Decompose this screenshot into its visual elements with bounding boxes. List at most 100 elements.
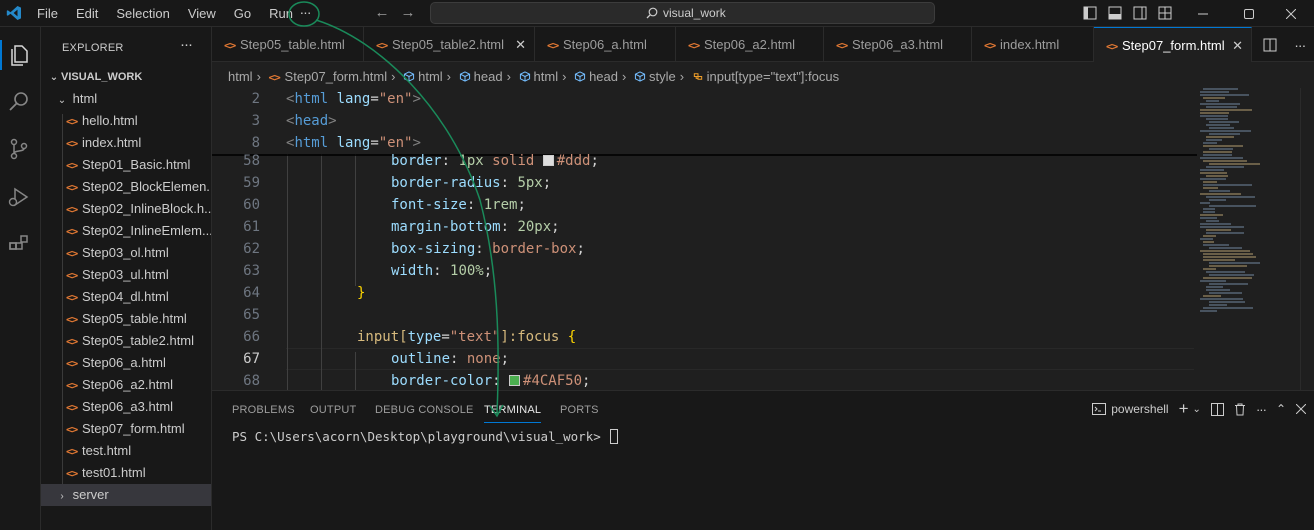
breadcrumb-symbol[interactable]: input[type="text"]:focus xyxy=(707,66,839,88)
new-terminal-plus-icon[interactable]: + xyxy=(1179,399,1189,419)
menu-edit[interactable]: Edit xyxy=(67,0,107,27)
file-item[interactable]: <> test01.html xyxy=(41,462,211,484)
file-item[interactable]: <> Step07_form.html xyxy=(41,418,211,440)
tab-step06-a2[interactable]: <> Step06_a2.html xyxy=(676,27,824,62)
split-editor-icon[interactable] xyxy=(1263,38,1277,52)
close-panel-icon[interactable] xyxy=(1296,404,1306,414)
customize-layout-icon[interactable] xyxy=(1158,6,1172,20)
color-swatch[interactable] xyxy=(542,155,554,166)
code-line-current[interactable]: 67 outline: none; xyxy=(212,348,1202,370)
file-item[interactable]: <> Step02_InlineBlock.h... xyxy=(41,198,211,220)
html-file-icon: <> xyxy=(268,71,281,84)
panel-tab-problems[interactable]: PROBLEMS xyxy=(232,401,295,423)
terminal-output[interactable]: PS C:\Users\acorn\Desktop\playground\vis… xyxy=(232,429,619,444)
file-item[interactable]: <> Step02_BlockElemen... xyxy=(41,176,211,198)
code-line[interactable]: 58 border: 1px solid #ddd; xyxy=(212,150,1202,172)
code-editor[interactable]: 2 <html lang="en"> 3 <head> 8 <html lang="e… xyxy=(212,88,1314,390)
menu-go[interactable]: Go xyxy=(225,0,260,27)
folder-server[interactable]: › server xyxy=(41,484,211,506)
panel-tab-terminal[interactable]: TERMINAL xyxy=(484,401,542,423)
code-line[interactable]: 66 input[type="text"]:focus { xyxy=(212,326,1202,348)
toggle-panel-icon[interactable] xyxy=(1108,6,1122,20)
back-arrow-icon[interactable]: ← xyxy=(372,3,392,23)
panel-tab-ports[interactable]: PORTS xyxy=(560,401,599,423)
minimap-line xyxy=(1200,193,1241,195)
code-line[interactable]: 62 box-sizing: border-box; xyxy=(212,238,1202,260)
file-item[interactable]: <> index.html xyxy=(41,132,211,154)
code-line[interactable]: 64} xyxy=(212,282,1202,304)
code-line[interactable]: 63 width: 100%; xyxy=(212,260,1202,282)
menu-selection[interactable]: Selection xyxy=(107,0,178,27)
extensions-icon[interactable] xyxy=(5,231,33,259)
search-view-icon[interactable] xyxy=(5,87,33,115)
explorer-icon[interactable] xyxy=(5,41,33,69)
file-item[interactable]: <> Step06_a2.html xyxy=(41,374,211,396)
minimap-line xyxy=(1200,172,1227,174)
terminal-instance-selector[interactable]: powershell xyxy=(1092,402,1169,416)
folder-html[interactable]: ⌄ html xyxy=(41,88,211,110)
close-tab-icon[interactable]: ✕ xyxy=(515,27,526,62)
file-item[interactable]: <> Step05_table.html xyxy=(41,308,211,330)
file-item[interactable]: <> Step06_a.html xyxy=(41,352,211,374)
file-item[interactable]: <> Step06_a3.html xyxy=(41,396,211,418)
color-swatch[interactable] xyxy=(509,375,521,386)
panel-more-actions-button[interactable]: ··· xyxy=(1256,402,1267,417)
file-item[interactable]: <> Step04_dl.html xyxy=(41,286,211,308)
code-line[interactable]: 65 xyxy=(212,304,1202,326)
file-item[interactable]: <> Step03_ol.html xyxy=(41,242,211,264)
line-number: 63 xyxy=(243,263,260,279)
minimap-line xyxy=(1209,121,1239,123)
explorer-more-actions-button[interactable]: ··· xyxy=(180,36,193,53)
run-debug-icon[interactable] xyxy=(5,183,33,211)
close-window-button[interactable] xyxy=(1268,0,1314,27)
tab-step06-a[interactable]: <> Step06_a.html xyxy=(535,27,676,62)
code-line[interactable]: 68 border-color: #4CAF50; xyxy=(212,370,1202,390)
chevron-down-icon[interactable]: ⌄ xyxy=(1193,404,1201,415)
file-item[interactable]: <> test.html xyxy=(41,440,211,462)
menu-view[interactable]: View xyxy=(179,0,225,27)
workspace-root-folder[interactable]: ⌄ VISUAL_WORK xyxy=(41,66,211,88)
code-line[interactable]: 60 font-size: 1rem; xyxy=(212,194,1202,216)
breadcrumb-folder[interactable]: html xyxy=(228,66,253,88)
breadcrumb-file[interactable]: Step07_form.html xyxy=(285,66,388,88)
tab-index[interactable]: <> index.html xyxy=(972,27,1094,62)
trash-icon[interactable] xyxy=(1234,403,1246,416)
tab-step06-a3[interactable]: <> Step06_a3.html xyxy=(824,27,972,62)
close-tab-icon[interactable]: ✕ xyxy=(1232,28,1243,62)
split-terminal-icon[interactable] xyxy=(1210,402,1224,416)
breadcrumb-symbol[interactable]: head xyxy=(589,66,618,88)
file-item[interactable]: <> hello.html xyxy=(41,110,211,132)
breadcrumb-symbol[interactable]: head xyxy=(474,66,503,88)
breadcrumb-symbol[interactable]: html xyxy=(418,66,443,88)
chevron-up-icon[interactable]: ⌃ xyxy=(1276,402,1286,416)
code-line[interactable]: 61 margin-bottom: 20px; xyxy=(212,216,1202,238)
command-center-search[interactable]: visual_work xyxy=(430,2,935,24)
editor-scrollbar[interactable] xyxy=(1300,88,1314,390)
forward-arrow-icon[interactable]: → xyxy=(398,3,418,23)
source-control-icon[interactable] xyxy=(5,135,33,163)
toggle-primary-sidebar-icon[interactable] xyxy=(1083,6,1097,20)
tab-step07-form[interactable]: <> Step07_form.html ✕ xyxy=(1094,27,1252,62)
menu-file[interactable]: File xyxy=(28,0,67,27)
sticky-line[interactable]: 2 <html lang="en"> xyxy=(212,88,1202,110)
file-item[interactable]: <> Step02_InlineEmlem... xyxy=(41,220,211,242)
file-item[interactable]: <> Step01_Basic.html xyxy=(41,154,211,176)
minimap-line xyxy=(1206,118,1228,120)
toggle-secondary-sidebar-icon[interactable] xyxy=(1133,6,1147,20)
sticky-line[interactable]: 3 <head> xyxy=(212,110,1202,132)
minimize-button[interactable] xyxy=(1180,0,1226,27)
breadcrumb-symbol[interactable]: html xyxy=(534,66,559,88)
more-menu-button[interactable]: ··· xyxy=(293,3,317,25)
tab-step05-table2[interactable]: <> Step05_table2.html ✕ xyxy=(364,27,535,62)
file-item[interactable]: <> Step05_table2.html xyxy=(41,330,211,352)
breadcrumb-symbol[interactable]: style xyxy=(649,66,676,88)
tab-step05-table[interactable]: <> Step05_table.html xyxy=(212,27,364,62)
file-item[interactable]: <> Step03_ul.html xyxy=(41,264,211,286)
editor-more-actions-button[interactable]: ··· xyxy=(1294,37,1306,53)
minimap-line xyxy=(1209,133,1240,135)
panel-tab-debug-console[interactable]: DEBUG CONSOLE xyxy=(375,401,474,423)
minimap[interactable] xyxy=(1196,88,1296,390)
panel-tab-output[interactable]: OUTPUT xyxy=(310,401,356,423)
code-line[interactable]: 59 border-radius: 5px; xyxy=(212,172,1202,194)
maximize-button[interactable] xyxy=(1226,0,1272,27)
